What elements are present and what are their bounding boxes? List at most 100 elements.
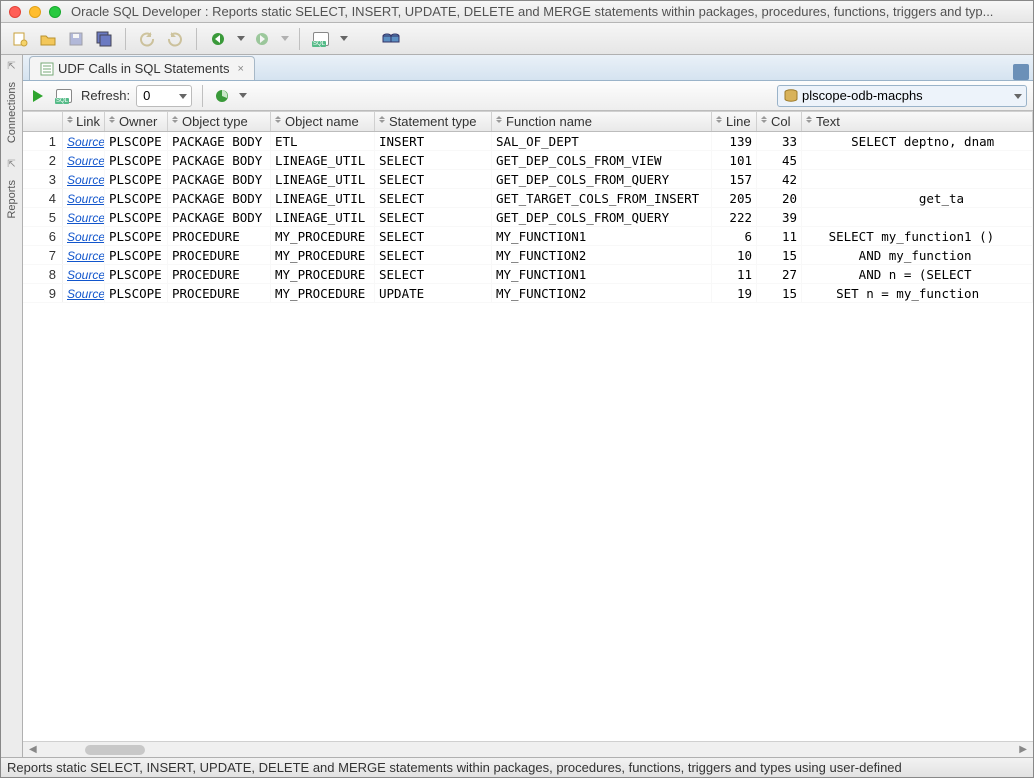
table-row[interactable]: 9SourcePLSCOPEPROCEDUREMY_PROCEDUREUPDAT…: [23, 284, 1033, 303]
table-row[interactable]: 8SourcePLSCOPEPROCEDUREMY_PROCEDURESELEC…: [23, 265, 1033, 284]
connection-name: plscope-odb-macphs: [802, 88, 923, 103]
cell-line: 157: [712, 170, 757, 188]
cell-link[interactable]: Source: [63, 151, 105, 169]
table-row[interactable]: 7SourcePLSCOPEPROCEDUREMY_PROCEDURESELEC…: [23, 246, 1033, 265]
cell-owner: PLSCOPE: [105, 246, 168, 264]
cell-line: 6: [712, 227, 757, 245]
table-row[interactable]: 6SourcePLSCOPEPROCEDUREMY_PROCEDURESELEC…: [23, 227, 1033, 246]
cell-statement-type: UPDATE: [375, 284, 492, 302]
new-button[interactable]: [9, 28, 31, 50]
cell-text: SELECT my_function1 (): [802, 227, 1033, 245]
cell-link[interactable]: Source: [63, 132, 105, 150]
col-header-text[interactable]: Text: [802, 112, 1033, 131]
cell-link[interactable]: Source: [63, 284, 105, 302]
table-row[interactable]: 4SourcePLSCOPEPACKAGE BODYLINEAGE_UTILSE…: [23, 189, 1033, 208]
col-header-function-name[interactable]: Function name: [492, 112, 712, 131]
cell-owner: PLSCOPE: [105, 284, 168, 302]
connections-panel-tab[interactable]: Connections: [4, 76, 20, 149]
cell-function-name: MY_FUNCTION2: [492, 246, 712, 264]
cell-link[interactable]: Source: [63, 227, 105, 245]
cell-link[interactable]: Source: [63, 246, 105, 264]
cell-function-name: MY_FUNCTION2: [492, 284, 712, 302]
cell-line: 101: [712, 151, 757, 169]
cell-object-type: PROCEDURE: [168, 227, 271, 245]
minimize-window-button[interactable]: [29, 6, 41, 18]
cell-col: 39: [757, 208, 802, 226]
redo-button[interactable]: [164, 28, 186, 50]
pin-button[interactable]: [53, 85, 75, 107]
grid-body[interactable]: 1SourcePLSCOPEPACKAGE BODYETLINSERTSAL_O…: [23, 132, 1033, 741]
col-header-object-name[interactable]: Object name: [271, 112, 375, 131]
scrollbar-thumb[interactable]: [85, 745, 145, 755]
undo-button[interactable]: [136, 28, 158, 50]
cell-object-type: PACKAGE BODY: [168, 189, 271, 207]
cell-col: 15: [757, 284, 802, 302]
close-window-button[interactable]: [9, 6, 21, 18]
status-bar: Reports static SELECT, INSERT, UPDATE, D…: [1, 757, 1033, 777]
nav-back-button[interactable]: [207, 28, 229, 50]
table-row[interactable]: 5SourcePLSCOPEPACKAGE BODYLINEAGE_UTILSE…: [23, 208, 1033, 227]
table-row[interactable]: 2SourcePLSCOPEPACKAGE BODYLINEAGE_UTILSE…: [23, 151, 1033, 170]
run-report-button[interactable]: [29, 87, 47, 105]
horizontal-scrollbar[interactable]: ◀ ▶: [23, 741, 1033, 757]
cell-object-name: MY_PROCEDURE: [271, 265, 375, 283]
zoom-window-button[interactable]: [49, 6, 61, 18]
nav-fwd-button[interactable]: [251, 28, 273, 50]
cell-owner: PLSCOPE: [105, 151, 168, 169]
col-header-owner[interactable]: Owner: [105, 112, 168, 131]
dock-pin-icon[interactable]: ⇱: [7, 61, 15, 72]
save-all-button[interactable]: [93, 28, 115, 50]
connection-selector[interactable]: plscope-odb-macphs: [777, 85, 1027, 107]
col-header-link[interactable]: Link: [63, 112, 105, 131]
cell-text: [802, 208, 1033, 226]
refresh-label: Refresh:: [81, 88, 130, 103]
cell-statement-type: SELECT: [375, 189, 492, 207]
col-header-col[interactable]: Col: [757, 112, 802, 131]
cell-object-type: PACKAGE BODY: [168, 208, 271, 226]
cell-link[interactable]: Source: [63, 208, 105, 226]
cell-object-name: MY_PROCEDURE: [271, 227, 375, 245]
cell-link[interactable]: Source: [63, 265, 105, 283]
open-button[interactable]: [37, 28, 59, 50]
cell-function-name: MY_FUNCTION1: [492, 227, 712, 245]
table-row[interactable]: 3SourcePLSCOPEPACKAGE BODYLINEAGE_UTILSE…: [23, 170, 1033, 189]
cell-object-name: LINEAGE_UTIL: [271, 189, 375, 207]
reports-panel-tab[interactable]: Reports: [4, 174, 20, 225]
nav-fwd-menu[interactable]: [281, 36, 289, 41]
row-number: 6: [23, 227, 63, 245]
nav-back-menu[interactable]: [237, 36, 245, 41]
sql-worksheet-menu[interactable]: [340, 36, 348, 41]
table-row[interactable]: 1SourcePLSCOPEPACKAGE BODYETLINSERTSAL_O…: [23, 132, 1033, 151]
chart-menu[interactable]: [239, 93, 247, 98]
cell-object-type: PROCEDURE: [168, 246, 271, 264]
refresh-interval-select[interactable]: 0: [136, 85, 192, 107]
tab-udf-calls[interactable]: UDF Calls in SQL Statements ×: [29, 56, 255, 80]
cell-text: AND my_function: [802, 246, 1033, 264]
cell-link[interactable]: Source: [63, 189, 105, 207]
minimize-panel-button[interactable]: [1013, 64, 1029, 80]
report-toolbar: Refresh: 0 plscope-odb-macphs: [23, 81, 1033, 111]
cell-function-name: GET_TARGET_COLS_FROM_INSERT: [492, 189, 712, 207]
app-window: Oracle SQL Developer : Reports static SE…: [0, 0, 1034, 778]
cell-col: 27: [757, 265, 802, 283]
dock-pin-icon-2[interactable]: ⇱: [7, 159, 15, 170]
cell-col: 20: [757, 189, 802, 207]
cell-link[interactable]: Source: [63, 170, 105, 188]
chart-button[interactable]: [213, 87, 231, 105]
find-db-object-button[interactable]: [380, 28, 402, 50]
cell-statement-type: SELECT: [375, 246, 492, 264]
save-button[interactable]: [65, 28, 87, 50]
cell-line: 205: [712, 189, 757, 207]
cell-col: 15: [757, 246, 802, 264]
cell-line: 11: [712, 265, 757, 283]
cell-object-name: MY_PROCEDURE: [271, 284, 375, 302]
col-header-line[interactable]: Line: [712, 112, 757, 131]
close-tab-icon[interactable]: ×: [237, 63, 243, 75]
col-header-object-type[interactable]: Object type: [168, 112, 271, 131]
left-dock: ⇱ Connections ⇱ Reports: [1, 55, 23, 757]
sql-worksheet-button[interactable]: [310, 28, 332, 50]
cell-statement-type: SELECT: [375, 208, 492, 226]
col-header-statement-type[interactable]: Statement type: [375, 112, 492, 131]
cell-text: SELECT deptno, dnam: [802, 132, 1033, 150]
row-number: 7: [23, 246, 63, 264]
